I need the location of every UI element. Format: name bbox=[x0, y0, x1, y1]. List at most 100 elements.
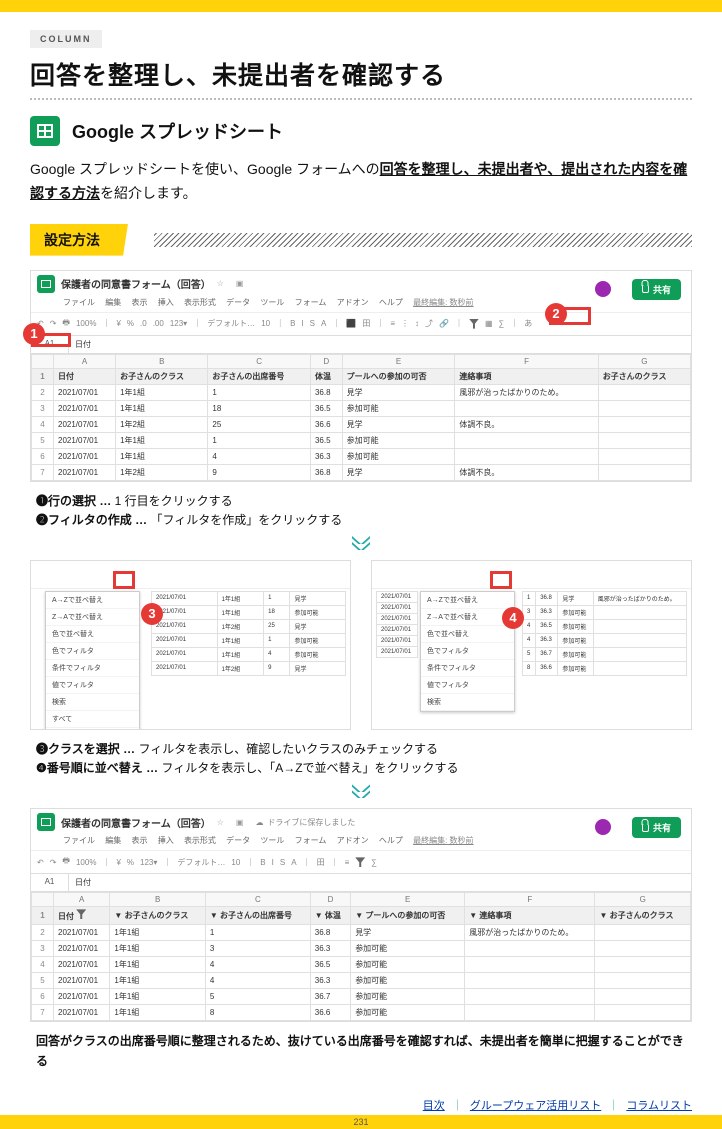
menu-item[interactable]: ファイル bbox=[63, 836, 95, 845]
col-letter[interactable]: G bbox=[598, 354, 690, 368]
filter-option[interactable]: 色で並べ替え bbox=[421, 626, 514, 643]
toolbar-item[interactable]: ⋮ bbox=[401, 319, 409, 328]
corner-cell[interactable] bbox=[32, 354, 54, 368]
table-row[interactable]: 52021/07/011年1組436.3参加可能 bbox=[32, 973, 691, 989]
menu-item[interactable]: ヘルプ bbox=[379, 836, 403, 845]
table-row[interactable]: 22021/07/011年1組136.8見学風邪が治ったばかりのため。 bbox=[32, 384, 691, 400]
filter-option[interactable]: 値でフィルタ bbox=[421, 677, 514, 694]
menu-item[interactable]: アドオン bbox=[337, 298, 369, 307]
toolbar-item[interactable]: 田 bbox=[362, 318, 370, 329]
menu-item[interactable]: 挿入 bbox=[158, 836, 174, 845]
filter-icon[interactable] bbox=[355, 857, 365, 867]
toolbar-item[interactable]: デフォルト… bbox=[207, 318, 255, 329]
toolbar-item[interactable]: B bbox=[290, 319, 295, 328]
star-icon[interactable]: ☆ bbox=[217, 818, 224, 827]
toolbar-item[interactable]: ⬛ bbox=[346, 319, 356, 328]
toolbar-item[interactable]: あ bbox=[524, 318, 532, 329]
filter-icon[interactable] bbox=[76, 909, 86, 919]
link-toc[interactable]: 目次 bbox=[423, 1100, 445, 1112]
filter-option[interactable]: Z→Aで並べ替え bbox=[421, 609, 514, 626]
toolbar-item[interactable]: I bbox=[301, 319, 303, 328]
toolbar-item[interactable]: A bbox=[321, 319, 326, 328]
toolbar-item[interactable]: .0 bbox=[140, 319, 147, 328]
spreadsheet-grid[interactable]: A B C D E F G 1 日付 お子さんのクラス お子さんの出席番号 体温… bbox=[31, 354, 691, 481]
toolbar-item[interactable]: 10 bbox=[261, 319, 270, 328]
table-row[interactable]: 1 日付 お子さんのクラス お子さんの出席番号 体温 プールへの参加の可否 連絡… bbox=[32, 368, 691, 384]
toolbar-item[interactable]: ⤴ bbox=[425, 318, 433, 329]
menu-item[interactable]: データ bbox=[226, 298, 250, 307]
menu-item[interactable]: フォーム bbox=[295, 836, 327, 845]
toolbar-item[interactable]: 🖶 bbox=[62, 317, 70, 331]
toolbar-item[interactable]: % bbox=[127, 319, 134, 328]
table-row[interactable]: 42021/07/011年1組436.5参加可能 bbox=[32, 957, 691, 973]
toolbar-item[interactable]: 100% bbox=[76, 319, 96, 328]
menu-item[interactable]: 挿入 bbox=[158, 298, 174, 307]
table-row[interactable]: 62021/07/011年1組436.3参加可能 bbox=[32, 448, 691, 464]
menu-item[interactable]: 表示形式 bbox=[184, 836, 216, 845]
col-letter[interactable]: D bbox=[310, 354, 342, 368]
filter-option-sort-az[interactable]: A→Zで並べ替え bbox=[421, 592, 514, 609]
toolbar-item[interactable]: ¥ bbox=[116, 319, 120, 328]
col-letter[interactable]: F bbox=[455, 354, 598, 368]
filter-option[interactable]: 条件でフィルタ bbox=[421, 660, 514, 677]
spreadsheet-grid[interactable]: AB CD EF G 1 日付 ▼ お子さんのクラス ▼ お子さんの出席番号 ▼… bbox=[31, 892, 691, 1021]
menu-item[interactable]: 表示形式 bbox=[184, 298, 216, 307]
filter-option[interactable]: A→Zで並べ替え bbox=[46, 592, 139, 609]
table-row[interactable]: 22021/07/011年1組136.8見学風邪が治ったばかりのため。 bbox=[32, 925, 691, 941]
toolbar-item[interactable]: .00 bbox=[153, 319, 164, 328]
filter-option[interactable]: 値でフィルタ bbox=[46, 677, 139, 694]
share-button[interactable]: 共有 bbox=[632, 279, 681, 300]
filter-dropdown[interactable]: A→Zで並べ替え Z→Aで並べ替え 色で並べ替え 色でフィルタ 条件でフィルタ … bbox=[420, 591, 515, 712]
col-letter[interactable]: A bbox=[54, 354, 116, 368]
menu-item[interactable]: 編集 bbox=[105, 836, 121, 845]
menu-item[interactable]: 編集 bbox=[105, 298, 121, 307]
filter-search[interactable]: 検索 bbox=[46, 694, 139, 711]
table-row[interactable]: 32021/07/011年1組336.3参加可能 bbox=[32, 941, 691, 957]
col-letter[interactable]: C bbox=[208, 354, 311, 368]
filter-option[interactable]: 色で並べ替え bbox=[46, 626, 139, 643]
fx-value[interactable]: 日付 bbox=[69, 336, 97, 353]
filter-option[interactable]: 色でフィルタ bbox=[421, 643, 514, 660]
toolbar-item[interactable]: 123▾ bbox=[170, 319, 187, 328]
table-row[interactable]: 72021/07/011年2組936.8見学体調不良。 bbox=[32, 464, 691, 480]
table-row[interactable]: 32021/07/011年1組1836.5参加可能 bbox=[32, 400, 691, 416]
filter-dropdown[interactable]: A→Zで並べ替え Z→Aで並べ替え 色で並べ替え 色でフィルタ 条件でフィルタ … bbox=[45, 591, 140, 730]
toolbar-item[interactable]: ∑ bbox=[499, 319, 505, 328]
link-column[interactable]: コラムリスト bbox=[626, 1100, 692, 1112]
toolbar-item[interactable]: ↕ bbox=[415, 319, 419, 328]
table-row[interactable]: 72021/07/011年1組836.6参加可能 bbox=[32, 1005, 691, 1021]
filter-icon[interactable] bbox=[469, 319, 479, 329]
toolbar-item[interactable]: ↷ bbox=[50, 319, 57, 328]
table-row[interactable]: 42021/07/011年2組2536.6見学体調不良。 bbox=[32, 416, 691, 432]
filter-option-check[interactable]: ✓ 1年1組 bbox=[46, 728, 139, 730]
toolbar-item[interactable]: ≡ bbox=[390, 319, 395, 328]
menu-item[interactable]: フォーム bbox=[295, 298, 327, 307]
filter-option[interactable]: 色でフィルタ bbox=[46, 643, 139, 660]
move-icon[interactable]: ▣ bbox=[236, 279, 244, 288]
fx-value[interactable]: 日付 bbox=[69, 874, 97, 891]
filter-option[interactable]: Z→Aで並べ替え bbox=[46, 609, 139, 626]
col-letter[interactable]: E bbox=[342, 354, 455, 368]
filter-option-all[interactable]: すべて bbox=[46, 711, 139, 728]
share-button[interactable]: 共有 bbox=[632, 817, 681, 838]
col-letter[interactable]: B bbox=[116, 354, 208, 368]
star-icon[interactable]: ☆ bbox=[217, 279, 224, 288]
menu-item[interactable]: 表示 bbox=[131, 836, 147, 845]
avatar[interactable] bbox=[595, 281, 611, 297]
table-row[interactable]: 1 日付 ▼ お子さんのクラス ▼ お子さんの出席番号 ▼ 体温 ▼ プールへの… bbox=[32, 907, 691, 925]
toolbar-item[interactable]: 🔗 bbox=[439, 319, 449, 328]
link-group[interactable]: グループウェア活用リスト bbox=[470, 1100, 601, 1112]
menu-item[interactable]: ツール bbox=[260, 836, 284, 845]
table-row[interactable]: 52021/07/011年1組136.5参加可能 bbox=[32, 432, 691, 448]
menu-item[interactable]: 表示 bbox=[131, 298, 147, 307]
menu-item[interactable]: ツール bbox=[260, 298, 284, 307]
menu-item[interactable]: データ bbox=[226, 836, 250, 845]
filter-search[interactable]: 検索 bbox=[421, 694, 514, 711]
cell-name[interactable]: A1 bbox=[31, 874, 69, 891]
menu-item[interactable]: アドオン bbox=[337, 836, 369, 845]
table-row[interactable]: 62021/07/011年1組536.7参加可能 bbox=[32, 989, 691, 1005]
toolbar-item[interactable]: S bbox=[310, 319, 315, 328]
move-icon[interactable]: ▣ bbox=[236, 818, 244, 827]
menu-item[interactable]: ファイル bbox=[63, 298, 95, 307]
filter-option[interactable]: 条件でフィルタ bbox=[46, 660, 139, 677]
